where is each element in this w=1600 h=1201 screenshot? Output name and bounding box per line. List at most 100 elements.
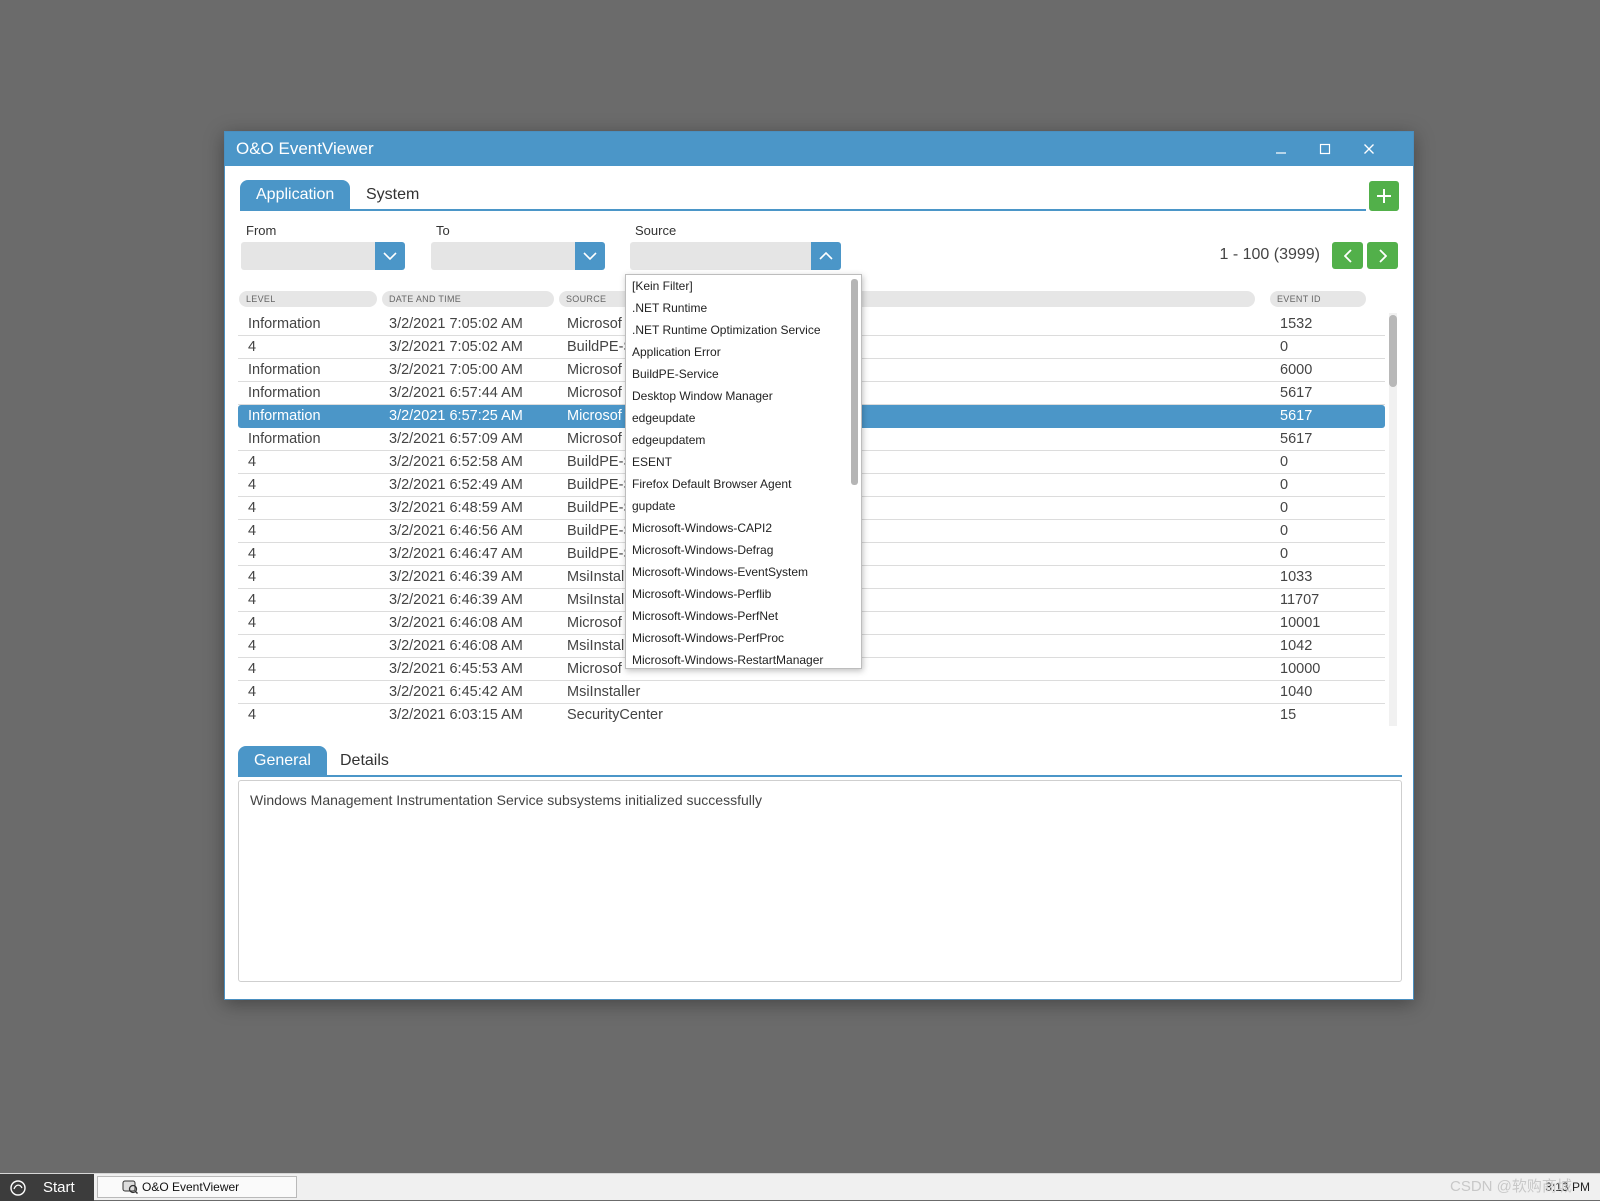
cell-source: MsiInstaller: [567, 684, 641, 700]
dropdown-option[interactable]: Firefox Default Browser Agent: [626, 473, 861, 495]
cell-date: 3/2/2021 7:05:02 AM: [389, 339, 523, 355]
maximize-button[interactable]: [1303, 132, 1347, 166]
dropdown-option[interactable]: gupdate: [626, 495, 861, 517]
tab-system[interactable]: System: [350, 180, 435, 210]
column-header-level[interactable]: LEVEL: [239, 291, 377, 307]
log-tabs: Application System: [240, 180, 1366, 211]
cell-date: 3/2/2021 6:57:09 AM: [389, 431, 523, 447]
dropdown-option[interactable]: Microsoft-Windows-Perflib: [626, 583, 861, 605]
cell-date: 3/2/2021 6:46:08 AM: [389, 615, 523, 631]
cell-level: 4: [248, 454, 257, 470]
cell-level: 4: [248, 615, 257, 631]
minimize-icon: [1276, 152, 1286, 154]
app-window: O&O EventViewer Application System From …: [224, 131, 1414, 1000]
cell-level: 4: [248, 707, 257, 723]
source-label: Source: [635, 223, 677, 238]
dropdown-option[interactable]: Microsoft-Windows-PerfNet: [626, 605, 861, 627]
tab-details[interactable]: Details: [324, 746, 405, 776]
minimize-button[interactable]: [1259, 132, 1303, 166]
to-combo[interactable]: [431, 242, 575, 270]
cell-date: 3/2/2021 6:48:59 AM: [389, 500, 523, 516]
cell-date: 3/2/2021 6:46:08 AM: [389, 638, 523, 654]
cell-date: 3/2/2021 6:46:47 AM: [389, 546, 523, 562]
cell-event-id: 5617: [1280, 408, 1313, 424]
next-page-button[interactable]: [1367, 242, 1398, 269]
plus-icon: [1377, 189, 1391, 203]
cell-event-id: 0: [1280, 454, 1289, 470]
tab-application[interactable]: Application: [240, 180, 351, 210]
from-dropdown-button[interactable]: [375, 242, 405, 270]
to-label: To: [436, 223, 450, 238]
cell-event-id: 5617: [1280, 431, 1313, 447]
cell-date: 3/2/2021 6:03:15 AM: [389, 707, 523, 723]
start-logo-icon: [10, 1180, 26, 1196]
taskbar-item-label: O&O EventViewer: [142, 1180, 240, 1194]
detail-tabs: General Details: [238, 746, 1402, 777]
prev-page-button[interactable]: [1332, 242, 1363, 269]
cell-event-id: 1532: [1280, 316, 1313, 332]
cell-event-id: 1040: [1280, 684, 1313, 700]
dropdown-option[interactable]: edgeupdatem: [626, 429, 861, 451]
title-bar[interactable]: O&O EventViewer: [225, 132, 1413, 166]
eventviewer-app-icon: [122, 1180, 138, 1194]
cell-event-id: 0: [1280, 477, 1289, 493]
cell-level: 4: [248, 546, 257, 562]
cell-event-id: 1042: [1280, 638, 1313, 654]
add-tab-button[interactable]: [1369, 181, 1399, 211]
start-label: Start: [43, 1179, 75, 1196]
dropdown-option[interactable]: BuildPE-Service: [626, 363, 861, 385]
dropdown-option[interactable]: Microsoft-Windows-PerfProc: [626, 627, 861, 649]
table-row[interactable]: 4 3/2/2021 6:03:15 AM SecurityCenter 15: [238, 704, 1385, 726]
dropdown-option[interactable]: .NET Runtime: [626, 297, 861, 319]
dropdown-option[interactable]: Microsoft-Windows-RestartManager: [626, 649, 861, 668]
source-combo[interactable]: [630, 242, 811, 270]
from-combo[interactable]: [241, 242, 375, 270]
cell-event-id: 1033: [1280, 569, 1313, 585]
cell-level: Information: [248, 408, 321, 424]
dropdown-option[interactable]: Desktop Window Manager: [626, 385, 861, 407]
cell-level: 4: [248, 684, 257, 700]
cell-event-id: 11707: [1280, 592, 1320, 608]
dropdown-option[interactable]: Microsoft-Windows-Defrag: [626, 539, 861, 561]
close-button[interactable]: [1347, 132, 1391, 166]
close-icon: [1364, 144, 1374, 154]
table-row[interactable]: 4 3/2/2021 6:45:42 AM MsiInstaller 1040: [238, 681, 1385, 704]
dropdown-option[interactable]: .NET Runtime Optimization Service: [626, 319, 861, 341]
cell-source: SecurityCenter: [567, 707, 663, 723]
cell-level: 4: [248, 638, 257, 654]
cell-date: 3/2/2021 6:46:56 AM: [389, 523, 523, 539]
cell-event-id: 6000: [1280, 362, 1313, 378]
dropdown-option[interactable]: Microsoft-Windows-CAPI2: [626, 517, 861, 539]
scroll-thumb[interactable]: [1389, 315, 1397, 387]
column-header-date[interactable]: DATE AND TIME: [382, 291, 554, 307]
source-dropdown-button[interactable]: [811, 242, 841, 270]
cell-level: Information: [248, 385, 321, 401]
dropdown-option[interactable]: Microsoft-Windows-EventSystem: [626, 561, 861, 583]
paging-info: 1 - 100 (3999): [1219, 246, 1320, 263]
tab-general[interactable]: General: [238, 746, 327, 776]
start-button[interactable]: Start: [0, 1174, 94, 1201]
cell-level: 4: [248, 661, 257, 677]
cell-level: 4: [248, 339, 257, 355]
to-dropdown-button[interactable]: [575, 242, 605, 270]
cell-date: 3/2/2021 6:45:53 AM: [389, 661, 523, 677]
chevron-up-icon: [819, 252, 833, 260]
cell-level: Information: [248, 362, 321, 378]
event-list-scrollbar[interactable]: [1389, 313, 1397, 726]
cell-event-id: 0: [1280, 523, 1289, 539]
taskbar-item-eventviewer[interactable]: O&O EventViewer: [97, 1176, 297, 1198]
dropdown-option[interactable]: edgeupdate: [626, 407, 861, 429]
dropdown-option[interactable]: ESENT: [626, 451, 861, 473]
dropdown-option[interactable]: [Kein Filter]: [626, 275, 861, 297]
column-header-event-id[interactable]: EVENT ID: [1270, 291, 1366, 307]
cell-date: 3/2/2021 6:46:39 AM: [389, 592, 523, 608]
cell-date: 3/2/2021 7:05:02 AM: [389, 316, 523, 332]
source-dropdown-list: [Kein Filter] .NET Runtime .NET Runtime Op…: [625, 274, 862, 669]
dropdown-scroll-thumb[interactable]: [851, 279, 858, 485]
cell-date: 3/2/2021 7:05:00 AM: [389, 362, 523, 378]
maximize-icon: [1319, 143, 1331, 155]
cell-date: 3/2/2021 6:52:58 AM: [389, 454, 523, 470]
cell-level: 4: [248, 592, 257, 608]
dropdown-option[interactable]: Application Error: [626, 341, 861, 363]
cell-level: Information: [248, 316, 321, 332]
